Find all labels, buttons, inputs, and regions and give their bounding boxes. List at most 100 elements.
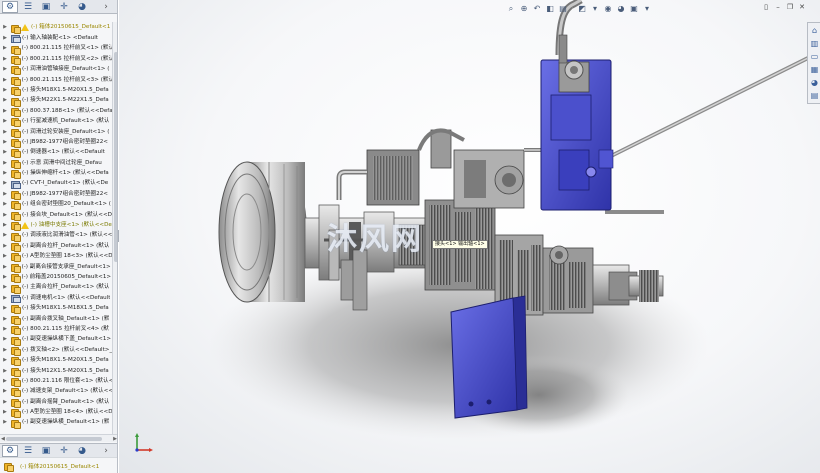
tree-item[interactable]: ▶ (-) 800.21.115 拉杆前叉<4> (默 bbox=[0, 324, 112, 336]
expand-arrow-icon[interactable]: ▶ bbox=[2, 282, 8, 292]
expand-arrow-icon[interactable]: ▶ bbox=[2, 43, 8, 53]
tree-item[interactable]: ▶ (-) 800.21.115 拉杆前叉<1> (默认 bbox=[0, 43, 112, 55]
display-manager-tab-icon[interactable]: ◕ bbox=[74, 1, 90, 13]
tree-item[interactable]: ▶ (-) 接头M18X1.5-M18X1.5_Defa bbox=[0, 303, 112, 315]
tree-item[interactable]: ▶ (-) 主离合拉杆_Default<1> (默认 bbox=[0, 282, 112, 294]
gearbox-3d-model[interactable] bbox=[119, 0, 820, 473]
tree-item[interactable]: ▶ (-) 800.21.116 限位套<1> (默认< bbox=[0, 376, 112, 388]
expand-arrow-icon[interactable]: ▶ bbox=[2, 376, 8, 386]
tree-vertical-scrollbar[interactable] bbox=[112, 22, 117, 434]
expand-arrow-icon[interactable]: ▶ bbox=[2, 407, 8, 417]
tree-item[interactable]: ▶ (-) JB982-1977组合密封垫圈22< bbox=[0, 137, 112, 149]
tree-item[interactable]: ▶ (-) 副变速操纵横下盖_Default<1> bbox=[0, 334, 112, 346]
expand-arrow-icon[interactable]: ▶ bbox=[2, 64, 8, 74]
hide-show-icon[interactable]: ◉ bbox=[602, 3, 614, 14]
expand-arrow-icon[interactable]: ▶ bbox=[2, 314, 8, 324]
expand-arrow-icon[interactable]: ▶ bbox=[2, 189, 8, 199]
section-view-icon[interactable]: ◧ bbox=[544, 3, 556, 14]
expand-arrow-icon[interactable]: ▶ bbox=[2, 386, 8, 396]
file-explorer-icon[interactable]: ▭ bbox=[809, 51, 820, 62]
tree-item[interactable]: ▶ (-) 接头M18X1.5-M20X1.5_Defa bbox=[0, 355, 112, 367]
expand-arrow-icon[interactable]: ▶ bbox=[2, 251, 8, 261]
expand-arrow-icon[interactable]: ▶ bbox=[2, 137, 8, 147]
expand-arrow-icon[interactable]: ▶ bbox=[2, 106, 8, 116]
tree-item[interactable]: ▶ (-) 800.21.115 拉杆前叉<2> (默认 bbox=[0, 54, 112, 65]
expand-arrow-icon[interactable]: ▶ bbox=[2, 397, 8, 407]
tree-item[interactable]: ▶ (-) 接合块_Default<1> (默认<<D bbox=[0, 210, 112, 221]
expand-arrow-icon[interactable]: ▶ bbox=[2, 178, 8, 188]
tile-icon[interactable]: ▯ bbox=[760, 3, 772, 12]
minimize-icon[interactable]: – bbox=[772, 3, 784, 12]
tree-item[interactable]: ▶ (-) 副离合拨叉轴_Default<1> (默 bbox=[0, 314, 112, 325]
expand-arrow-icon[interactable]: ▶ bbox=[2, 33, 8, 43]
dimxpert-manager-tab-icon[interactable]: ✛ bbox=[56, 445, 72, 457]
tree-item[interactable]: ▶ (-) A型防尘垫圈 18<4> (默认<<D bbox=[0, 407, 112, 419]
tree-item[interactable]: ▶ (-) 润滑油管轴接座_Default<1> ( bbox=[0, 64, 112, 76]
tree-item[interactable]: ▶ (-) 副离合接管支承座_Default<1> ( bbox=[0, 262, 112, 273]
expand-arrow-icon[interactable]: ▶ bbox=[2, 158, 8, 168]
tree-item[interactable]: ▶ (-) A型防尘垫圈 18<3> (默认<<D bbox=[0, 251, 112, 263]
expand-arrow-icon[interactable]: ▶ bbox=[2, 116, 8, 126]
display-style-icon[interactable]: ▾ bbox=[589, 3, 601, 14]
edit-appearance-icon[interactable]: ◕ bbox=[615, 3, 627, 14]
zoom-area-icon[interactable]: ⊕ bbox=[518, 3, 530, 14]
chevron-right-icon[interactable]: › bbox=[98, 445, 114, 457]
expand-arrow-icon[interactable]: ▶ bbox=[2, 241, 8, 251]
chevron-right-icon[interactable]: › bbox=[98, 1, 114, 13]
feature-manager-tab-icon[interactable]: ⚙ bbox=[2, 444, 18, 457]
custom-properties-icon[interactable]: ▤ bbox=[809, 90, 820, 101]
view-settings-icon[interactable]: ▾ bbox=[641, 3, 653, 14]
scroll-left-icon[interactable]: ◀ bbox=[1, 435, 5, 443]
expand-arrow-icon[interactable]: ▶ bbox=[2, 220, 8, 230]
tree-root-lower[interactable]: (-) 箱体20150615_Default<1 bbox=[0, 457, 117, 473]
tree-item[interactable]: ▶ (-) 减速支架_Default<1> (默认<< bbox=[0, 386, 112, 398]
tree-item[interactable]: ▶ (-) 副离合拉杆_Default<1> (默认 bbox=[0, 241, 112, 252]
feature-manager-tab-icon[interactable]: ⚙ bbox=[2, 0, 18, 13]
property-manager-tab-icon[interactable]: ☰ bbox=[20, 1, 36, 13]
expand-arrow-icon[interactable]: ▶ bbox=[2, 95, 8, 105]
apply-scene-icon[interactable]: ▣ bbox=[628, 3, 640, 14]
graphics-area[interactable]: 沐风网 接头<1> 输出轴<1> ⌕ ⊕ ↶ ◧ ▤ · ◩ ▾ ◉ ◕ ▣ ▾… bbox=[119, 0, 820, 473]
scrollbar-thumb[interactable] bbox=[6, 437, 102, 441]
tree-item[interactable]: ▶ (-) 润滑过轮安装座_Default<1> ( bbox=[0, 127, 112, 138]
tree-item[interactable]: ▶ (-) 800.37.188<1> (默认<<Defa bbox=[0, 106, 112, 117]
configuration-manager-tab-icon[interactable]: ▣ bbox=[38, 1, 54, 13]
tree-item[interactable]: ▶ (-) 800.21.115 拉杆前叉<3> (默认 bbox=[0, 75, 112, 86]
view-orientation-icon[interactable]: ◩ bbox=[576, 3, 588, 14]
tree-item[interactable]: ▶ (-) 操纵伸缩杆<1> (默认<<Defa bbox=[0, 168, 112, 180]
tree-item[interactable]: ▶ (-) 调速电机<1> (默认<<Default bbox=[0, 293, 112, 303]
tree-item[interactable]: ▶ (-) 倒速器<1> (默认<<Default bbox=[0, 147, 112, 159]
expand-arrow-icon[interactable]: ▶ bbox=[2, 345, 8, 355]
scroll-right-icon[interactable]: ▶ bbox=[113, 435, 117, 443]
expand-arrow-icon[interactable]: ▶ bbox=[2, 272, 8, 282]
expand-arrow-icon[interactable]: ▶ bbox=[2, 366, 8, 376]
tree-item[interactable]: ▶ (-) CVT-Ⅰ_Default<1> (默认<De bbox=[0, 178, 112, 189]
expand-arrow-icon[interactable]: ▶ bbox=[2, 355, 8, 365]
expand-arrow-icon[interactable]: ▶ bbox=[2, 85, 8, 95]
expand-arrow-icon[interactable]: ▶ bbox=[2, 127, 8, 137]
expand-arrow-icon[interactable]: ▶ bbox=[2, 54, 8, 64]
tree-item[interactable]: ▶ (-) 拨叉轴<2> (默认<<Default>_ bbox=[0, 345, 112, 356]
restore-icon[interactable]: ❐ bbox=[784, 3, 796, 12]
design-library-icon[interactable]: ▥ bbox=[809, 38, 820, 49]
expand-arrow-icon[interactable]: ▶ bbox=[2, 210, 8, 220]
configuration-manager-tab-icon[interactable]: ▣ bbox=[38, 445, 54, 457]
expand-arrow-icon[interactable]: ▶ bbox=[2, 334, 8, 344]
expand-arrow-icon[interactable]: ▶ bbox=[2, 417, 8, 427]
tree-item[interactable]: ▶ (-) 输入轴装配<1> <Default bbox=[0, 33, 112, 44]
display-manager-tab-icon[interactable]: ◕ bbox=[74, 445, 90, 457]
tree-item[interactable]: ▶ (-) 接头M18X1.5-M20X1.5_Defa bbox=[0, 85, 112, 97]
tree-item[interactable]: ▶ (-) 油槽中支座<1> (默认<<Def bbox=[0, 220, 112, 232]
expand-arrow-icon[interactable]: ▶ bbox=[2, 324, 8, 334]
tree-item[interactable]: ▶ (-) 示意 润滑中间过轮座_Defau bbox=[0, 158, 112, 169]
tree-item[interactable]: ▶ (-) 副变速操纵横_Default<1> (默 bbox=[0, 417, 112, 429]
expand-arrow-icon[interactable]: ▶ bbox=[2, 199, 8, 209]
feature-tree[interactable]: ▶ (-) 箱体20150615_Default<1 ▶ (-) 输入轴装配<1> <… bbox=[0, 22, 112, 434]
dimxpert-manager-tab-icon[interactable]: ✛ bbox=[56, 1, 72, 13]
tree-item[interactable]: ▶ (-) 前箱盖20150605_Default<1> ( bbox=[0, 272, 112, 284]
expand-arrow-icon[interactable]: ▶ bbox=[2, 147, 8, 157]
tree-item[interactable]: ▶ (-) 组合密封垫圈20_Default<1> ( bbox=[0, 199, 112, 211]
tree-item[interactable]: ▶ (-) JB982-1977组合密封垫圈22< bbox=[0, 189, 112, 201]
home-icon[interactable]: ⌂ bbox=[809, 25, 820, 36]
tree-item[interactable]: ▶ (-) 接头M22X1.5-M22X1.5_Defa bbox=[0, 95, 112, 107]
